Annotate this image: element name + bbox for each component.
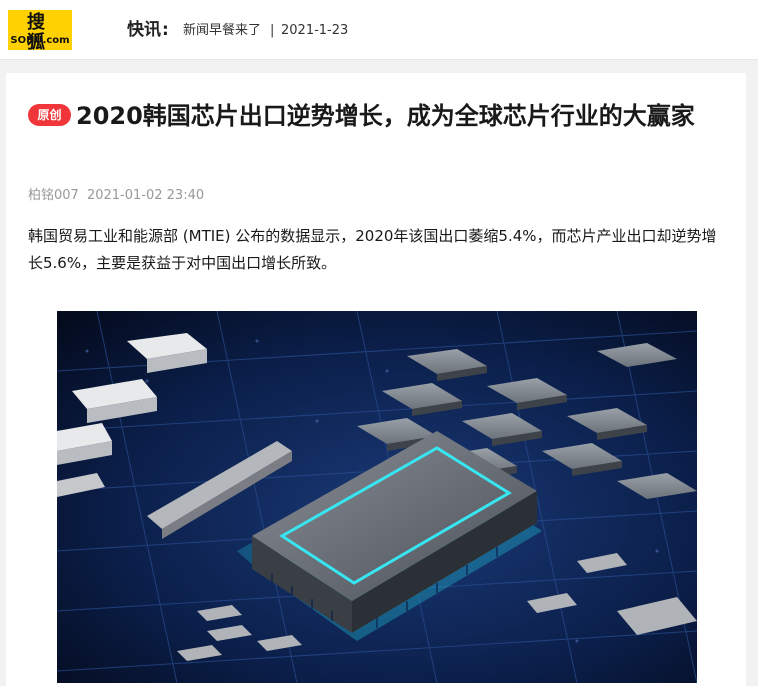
author-link[interactable]: 柏铭007 xyxy=(28,188,79,203)
flash-news-date: 2021-1-23 xyxy=(281,23,349,38)
flash-news-separator: | xyxy=(270,23,275,38)
logo-text: 搜 狐 xyxy=(27,12,53,53)
circuit-board-chip-illustration xyxy=(57,311,697,683)
sohu-logo[interactable]: 搜 狐 SOHU.com xyxy=(8,10,72,53)
article-title: 2020韩国芯片出口逆势增长，成为全球芯片行业的大赢家 xyxy=(76,102,695,130)
flash-news-headline-link[interactable]: 新闻早餐来了 xyxy=(183,22,261,40)
article-card: 2020韩国芯片出口逆势增长，成为全球芯片行业的大赢家 原创 柏铭007 202… xyxy=(6,73,746,686)
article-meta: 柏铭007 2021-01-02 23:40 xyxy=(28,187,204,205)
publish-datetime: 2021-01-02 23:40 xyxy=(86,188,205,203)
logo-subtext: SOHU.com xyxy=(10,35,70,46)
original-badge: 原创 xyxy=(28,104,71,126)
chip-hero-image xyxy=(57,311,697,683)
top-navigation-bar: 搜 狐 SOHU.com 快讯 : 新闻早餐来了 | 2021-1-23 xyxy=(0,0,758,60)
article-paragraph: 韩国贸易工业和能源部 (MTIE) 公布的数据显示，2020年该国出口萎缩5.4… xyxy=(28,227,717,272)
flash-news-label: 快讯 xyxy=(127,20,161,40)
flash-news-colon: : xyxy=(162,20,169,40)
